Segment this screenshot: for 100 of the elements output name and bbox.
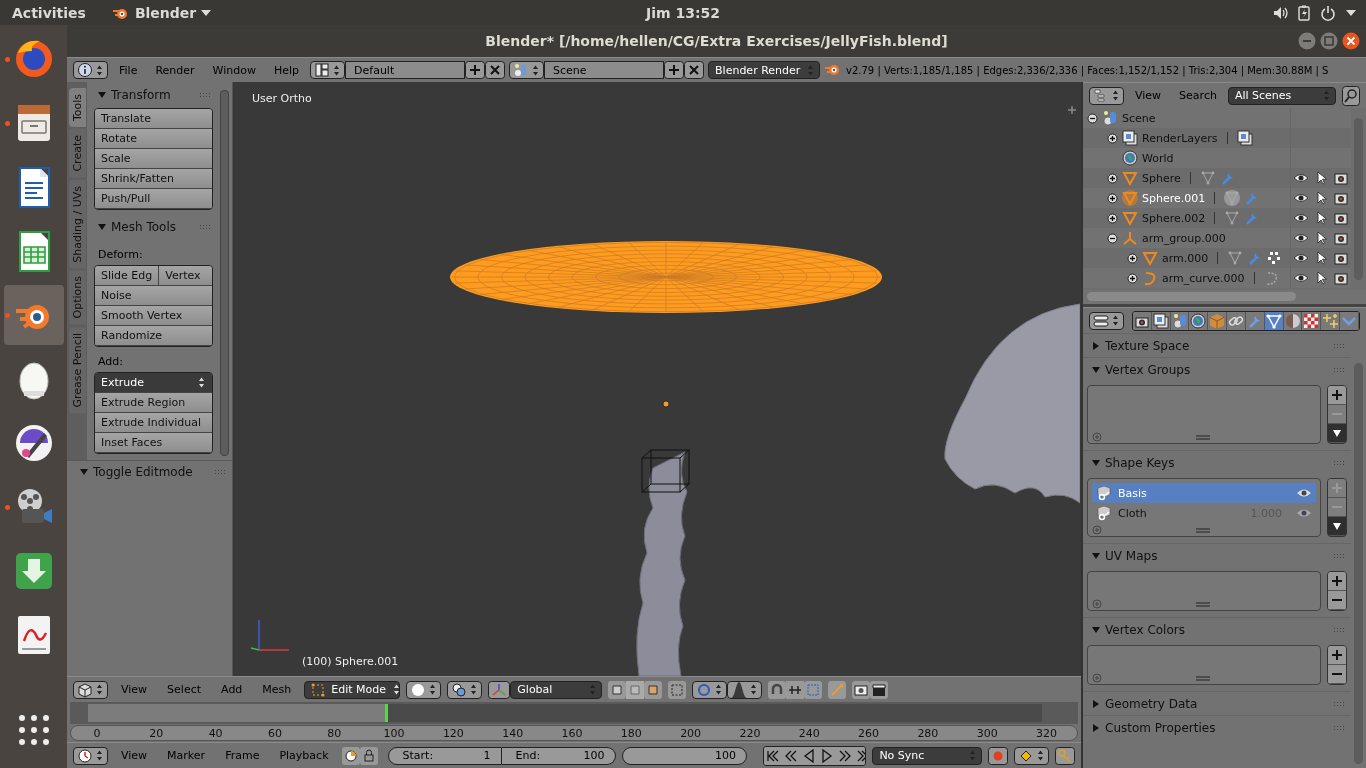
globe-icon[interactable] (1122, 150, 1138, 166)
expanded-triangle-icon[interactable] (1091, 624, 1101, 635)
expand-toggle-icon[interactable] (1107, 192, 1118, 204)
expand-toggle-icon[interactable] (1107, 172, 1118, 184)
collapse-toggle-icon[interactable] (1087, 112, 1098, 124)
collapsed-triangle-icon[interactable] (1091, 340, 1101, 351)
expanded-triangle-icon[interactable] (1091, 457, 1101, 468)
panel-title[interactable]: Vertex Colors (1105, 622, 1329, 637)
menu-item[interactable]: File (112, 63, 145, 77)
mesh-disk-drawing[interactable] (450, 241, 882, 313)
minimize-button[interactable] (1298, 32, 1316, 50)
record-button[interactable] (988, 746, 1008, 765)
magnet-button[interactable] (768, 680, 787, 699)
falloff-button[interactable] (727, 680, 763, 699)
specials-menu-button[interactable] (1328, 517, 1346, 536)
menu-item[interactable]: Mesh (255, 683, 299, 696)
proportional-edit-button[interactable] (692, 680, 728, 699)
start-frame-field[interactable]: Start: 1 (387, 746, 502, 765)
outliner-item[interactable]: Sphere.002 (1142, 211, 1206, 225)
shape-key-row[interactable]: Basis (1092, 483, 1316, 503)
expand-toggle-icon[interactable] (1107, 132, 1118, 144)
lock-button[interactable] (359, 746, 378, 765)
extrude-dropdown[interactable]: Extrude (95, 373, 212, 393)
edge-select-button[interactable] (626, 680, 645, 699)
3d-viewport[interactable]: User Ortho (100) Sphere.001 (233, 82, 1081, 676)
properties-tab[interactable] (1245, 311, 1265, 330)
jump-start-button[interactable] (764, 746, 782, 765)
menu-item[interactable]: View (114, 683, 155, 696)
layers-icon[interactable] (1122, 130, 1138, 146)
outliner-item[interactable]: Sphere.001 (1142, 191, 1206, 205)
power-icon[interactable] (1320, 4, 1336, 21)
end-frame-field[interactable]: End: 100 (501, 746, 616, 765)
tool-button[interactable]: Push/Pull (95, 189, 212, 209)
menu-item[interactable]: Search (1172, 89, 1224, 102)
editor-type-button[interactable] (73, 61, 108, 79)
display-mode-dropdown[interactable]: All Scenes (1227, 86, 1336, 105)
resize-grip-icon[interactable] (1196, 601, 1210, 607)
battery-charging-icon[interactable] (1298, 4, 1310, 21)
editor-type-button[interactable] (1089, 86, 1124, 105)
close-button[interactable] (1342, 32, 1360, 50)
properties-tab[interactable] (1283, 311, 1303, 330)
screen-layout-button[interactable] (310, 61, 346, 79)
menu-item[interactable]: View (114, 749, 155, 762)
frame-ruler[interactable]: 0 20 40 60 80 100 120 140 160 180 200 220 240 260 280 300 320 (70, 725, 1078, 741)
remove-item-button[interactable] (1328, 591, 1346, 610)
scene-selector-button[interactable] (509, 61, 545, 79)
outliner-item[interactable]: Scene (1122, 111, 1156, 125)
menu-item[interactable]: Select (160, 683, 209, 696)
tool-shelf-tab[interactable]: Grease Pencil (68, 326, 86, 414)
properties-tab[interactable] (1170, 311, 1190, 330)
panel-title[interactable]: Texture Space (1105, 338, 1329, 353)
object-origin-icon[interactable] (662, 400, 670, 408)
panel-title[interactable]: Geometry Data (1105, 696, 1329, 711)
delete-layout-button[interactable] (485, 61, 506, 79)
render-camera-button[interactable] (852, 680, 871, 699)
sync-mode-dropdown[interactable]: No Sync (872, 746, 982, 765)
layers-icon[interactable] (1236, 130, 1253, 146)
add-layout-button[interactable] (465, 61, 486, 79)
properties-tab[interactable] (1264, 311, 1284, 330)
keying-set-button[interactable] (1014, 746, 1049, 765)
mode-dropdown[interactable]: Edit Mode (304, 680, 401, 699)
horizontal-scrollbar[interactable] (1087, 292, 1296, 301)
tool-button[interactable]: Extrude Region (95, 393, 212, 413)
menu-item[interactable]: Playback (272, 749, 336, 762)
menu-item[interactable]: View (1128, 89, 1169, 102)
outliner-item[interactable]: Sphere (1142, 171, 1181, 185)
outliner-item[interactable]: RenderLayers (1142, 131, 1218, 145)
add-item-button[interactable] (1328, 386, 1346, 405)
scrollbar[interactable] (220, 90, 229, 456)
camera-icon[interactable] (1333, 250, 1349, 266)
collapse-toggle-icon[interactable] (1107, 232, 1118, 244)
tool-shelf-tab[interactable]: Options (68, 270, 86, 325)
tool-button[interactable]: Scale (95, 149, 212, 169)
delete-scene-button[interactable] (684, 61, 705, 79)
current-frame-field[interactable]: 100 (621, 746, 747, 765)
properties-tab[interactable] (1189, 311, 1209, 330)
tool-button[interactable]: Slide Edg (95, 266, 160, 286)
pivot-point-button[interactable] (447, 680, 483, 699)
menu-item[interactable]: Help (266, 63, 307, 77)
resize-grip-icon[interactable] (1196, 675, 1210, 681)
panel-title[interactable]: Mesh Tools (111, 220, 195, 234)
clock[interactable]: Jim 13:52 (646, 4, 720, 21)
camera-icon[interactable] (1333, 170, 1349, 186)
clapperboard-button[interactable] (870, 680, 889, 699)
resize-grip-icon[interactable] (1196, 434, 1210, 440)
menu-item[interactable]: Marker (160, 749, 213, 762)
camera-icon[interactable] (1333, 230, 1349, 246)
jellyfish-cap-drawing[interactable] (944, 303, 1080, 504)
tool-button[interactable]: Inset Faces (95, 433, 212, 453)
menu-item[interactable]: Add (214, 683, 250, 696)
face-select-button[interactable] (644, 680, 663, 699)
properties-tab[interactable] (1227, 311, 1246, 330)
properties-tab[interactable] (1340, 311, 1359, 330)
add-item-button[interactable] (1328, 646, 1346, 665)
scene-icon[interactable] (1102, 110, 1118, 126)
collapsed-triangle-icon[interactable] (1091, 722, 1101, 733)
tool-button[interactable]: Rotate (95, 129, 212, 149)
menu-item[interactable]: Window (205, 63, 263, 77)
menu-item[interactable]: Frame (218, 749, 267, 762)
tool-shelf-tab[interactable]: Tools (68, 88, 86, 128)
